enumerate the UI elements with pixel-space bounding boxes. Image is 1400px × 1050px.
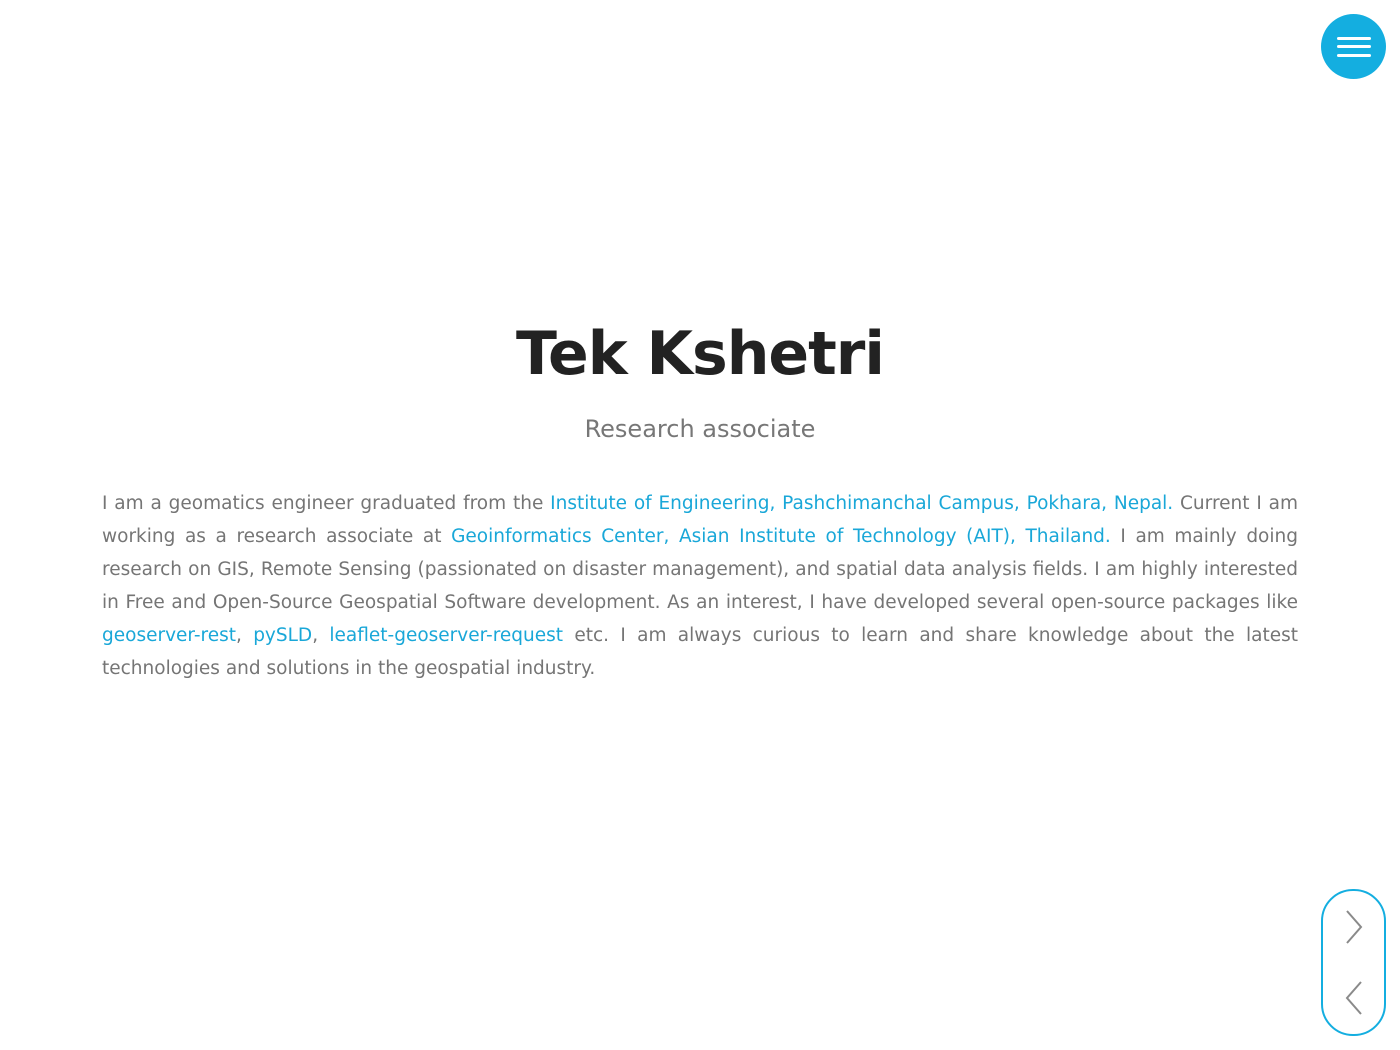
prev-slide-button[interactable] [1334, 970, 1374, 1026]
pysld-link[interactable]: pySLD [253, 625, 312, 646]
next-slide-button[interactable] [1334, 899, 1374, 955]
hero-section: Tek Kshetri Research associate I am a ge… [102, 316, 1298, 685]
geoserver-rest-link[interactable]: geoserver-rest [102, 625, 236, 646]
bio-paragraph: I am a geomatics engineer graduated from… [102, 487, 1298, 685]
hamburger-icon [1336, 36, 1371, 57]
bio-text: , [312, 625, 330, 646]
chevron-left-icon [1345, 981, 1362, 1015]
bio-text: , [235, 625, 254, 646]
menu-button[interactable] [1321, 14, 1386, 79]
leaflet-geoserver-request-link[interactable]: leaflet-geoserver-request [329, 625, 563, 646]
chevron-right-icon [1345, 910, 1362, 944]
bio-text: I am a geomatics engineer graduated from… [102, 493, 551, 514]
job-title: Research associate [584, 415, 816, 443]
page-title: Tek Kshetri [516, 319, 885, 389]
institute-link[interactable]: Institute of Engineering, Pashchimanchal… [550, 493, 1173, 514]
geoinformatics-center-link[interactable]: Geoinformatics Center, Asian Institute o… [451, 526, 1111, 547]
slide-navigation [1321, 889, 1386, 1036]
